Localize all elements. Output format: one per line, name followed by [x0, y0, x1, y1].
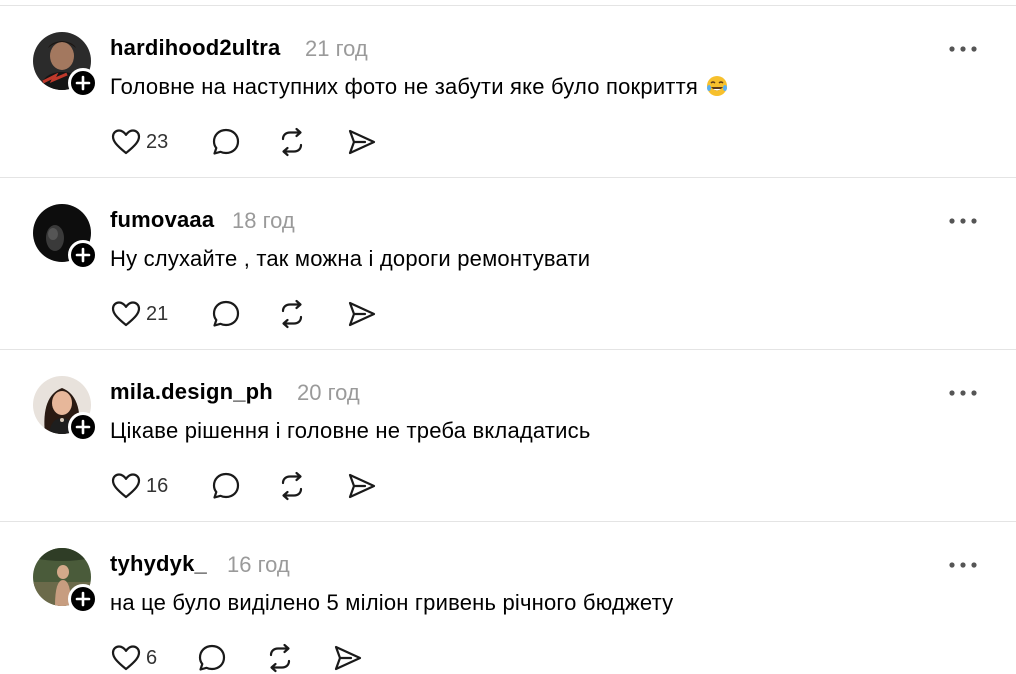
heart-icon[interactable] — [110, 126, 142, 158]
like-count: 6 — [146, 647, 158, 669]
comment-text: Головне на наступних фото не забути яке … — [110, 74, 728, 100]
follow-button[interactable] — [68, 584, 98, 614]
repost-icon[interactable] — [276, 470, 308, 502]
send-icon[interactable] — [346, 470, 378, 502]
comment-bubble-icon[interactable] — [210, 126, 242, 158]
like-count: 21 — [146, 303, 169, 325]
heart-icon[interactable] — [110, 642, 142, 674]
comment-text: на це було виділено 5 міліон гривень річ… — [110, 590, 674, 615]
comment-bubble-icon[interactable] — [210, 470, 242, 502]
post-time: 21 год — [305, 36, 368, 61]
heart-icon[interactable] — [110, 298, 142, 330]
more-dots-icon[interactable] — [948, 386, 978, 400]
send-icon[interactable] — [332, 642, 364, 674]
follow-button[interactable] — [68, 240, 98, 270]
follow-button[interactable] — [68, 412, 98, 442]
avatar[interactable] — [33, 204, 98, 270]
comment-text: Ну слухайте , так можна і дороги ремонту… — [110, 246, 591, 271]
username[interactable]: mila.design_ph — [110, 379, 273, 405]
avatar[interactable] — [33, 376, 98, 442]
comment-bubble-icon[interactable] — [210, 298, 242, 330]
post-time: 18 год — [232, 208, 295, 233]
repost-icon[interactable] — [264, 642, 296, 674]
action-bar: 16 — [110, 470, 410, 502]
action-bar: 23 — [110, 126, 410, 158]
more-dots-icon[interactable] — [948, 214, 978, 228]
plus-icon — [75, 591, 91, 607]
like-count: 16 — [146, 475, 169, 497]
action-bar: 6 — [110, 642, 410, 674]
username[interactable]: tyhydyk_ — [110, 551, 207, 577]
repost-icon[interactable] — [276, 126, 308, 158]
post-time: 20 год — [297, 380, 360, 405]
avatar[interactable] — [33, 32, 98, 98]
repost-icon[interactable] — [276, 298, 308, 330]
more-dots-icon[interactable] — [948, 558, 978, 572]
comment-text: Цікаве рішення і головне не треба вклада… — [110, 418, 591, 443]
avatar[interactable] — [33, 548, 98, 614]
send-icon[interactable] — [346, 126, 378, 158]
action-bar: 21 — [110, 298, 410, 330]
plus-icon — [75, 75, 91, 91]
heart-icon[interactable] — [110, 470, 142, 502]
post-time: 16 год — [227, 552, 290, 577]
more-dots-icon[interactable] — [948, 42, 978, 56]
plus-icon — [75, 419, 91, 435]
comment-post: tyhydyk_ 16 год на це було виділено 5 мі… — [0, 522, 1016, 674]
username[interactable]: hardihood2ultra — [110, 35, 280, 61]
username[interactable]: fumovaaa — [110, 207, 214, 233]
comment-post: fumovaaa 18 год Ну слухайте , так можна … — [0, 178, 1016, 350]
comment-post: mila.design_ph 20 год Цікаве рішення і г… — [0, 350, 1016, 522]
send-icon[interactable] — [346, 298, 378, 330]
comment-post: hardihood2ultra 21 год Головне на наступ… — [0, 6, 1016, 178]
comment-bubble-icon[interactable] — [196, 642, 228, 674]
like-count: 23 — [146, 131, 169, 153]
plus-icon — [75, 247, 91, 263]
follow-button[interactable] — [68, 68, 98, 98]
comment-text-body: Головне на наступних фото не забути яке … — [110, 74, 698, 99]
laughing-tears-emoji — [707, 76, 728, 96]
